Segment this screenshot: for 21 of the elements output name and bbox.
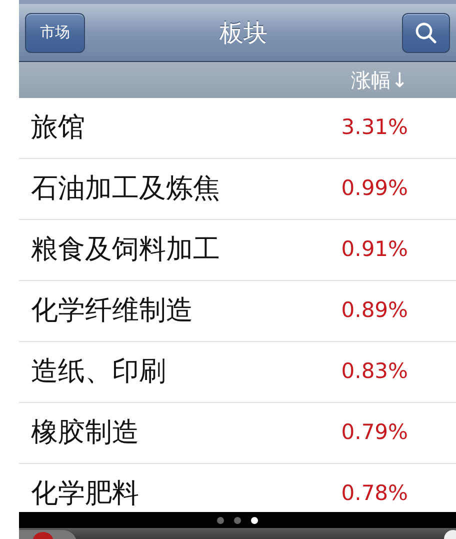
change-percent: 0.89%: [341, 297, 408, 324]
page-dot[interactable]: [217, 516, 224, 524]
sector-name[interactable]: 粮食及饲料加工: [31, 230, 220, 270]
search-button[interactable]: [402, 12, 450, 52]
change-percent: 0.99%: [341, 175, 408, 202]
sector-name[interactable]: 旅馆: [31, 108, 85, 148]
nav-title: 板块: [220, 18, 268, 48]
change-percent: 0.91%: [341, 236, 408, 264]
page-dot[interactable]: [251, 516, 258, 524]
sector-name[interactable]: 橡胶制造: [31, 412, 139, 454]
back-button[interactable]: 市场: [25, 12, 85, 52]
change-percent: 0.83%: [341, 358, 408, 386]
change-percent: 0.79%: [341, 419, 408, 446]
sector-name[interactable]: 造纸、印刷: [31, 352, 166, 392]
sector-name[interactable]: 石油加工及炼焦: [31, 168, 220, 210]
change-percent: 0.78%: [341, 480, 408, 508]
change-percent: 3.31%: [341, 114, 408, 142]
sector-name[interactable]: 化学纤维制造: [31, 290, 193, 332]
sector-name[interactable]: 化学肥料: [31, 474, 139, 512]
page-dot[interactable]: [234, 516, 241, 524]
search-icon: [414, 20, 438, 44]
